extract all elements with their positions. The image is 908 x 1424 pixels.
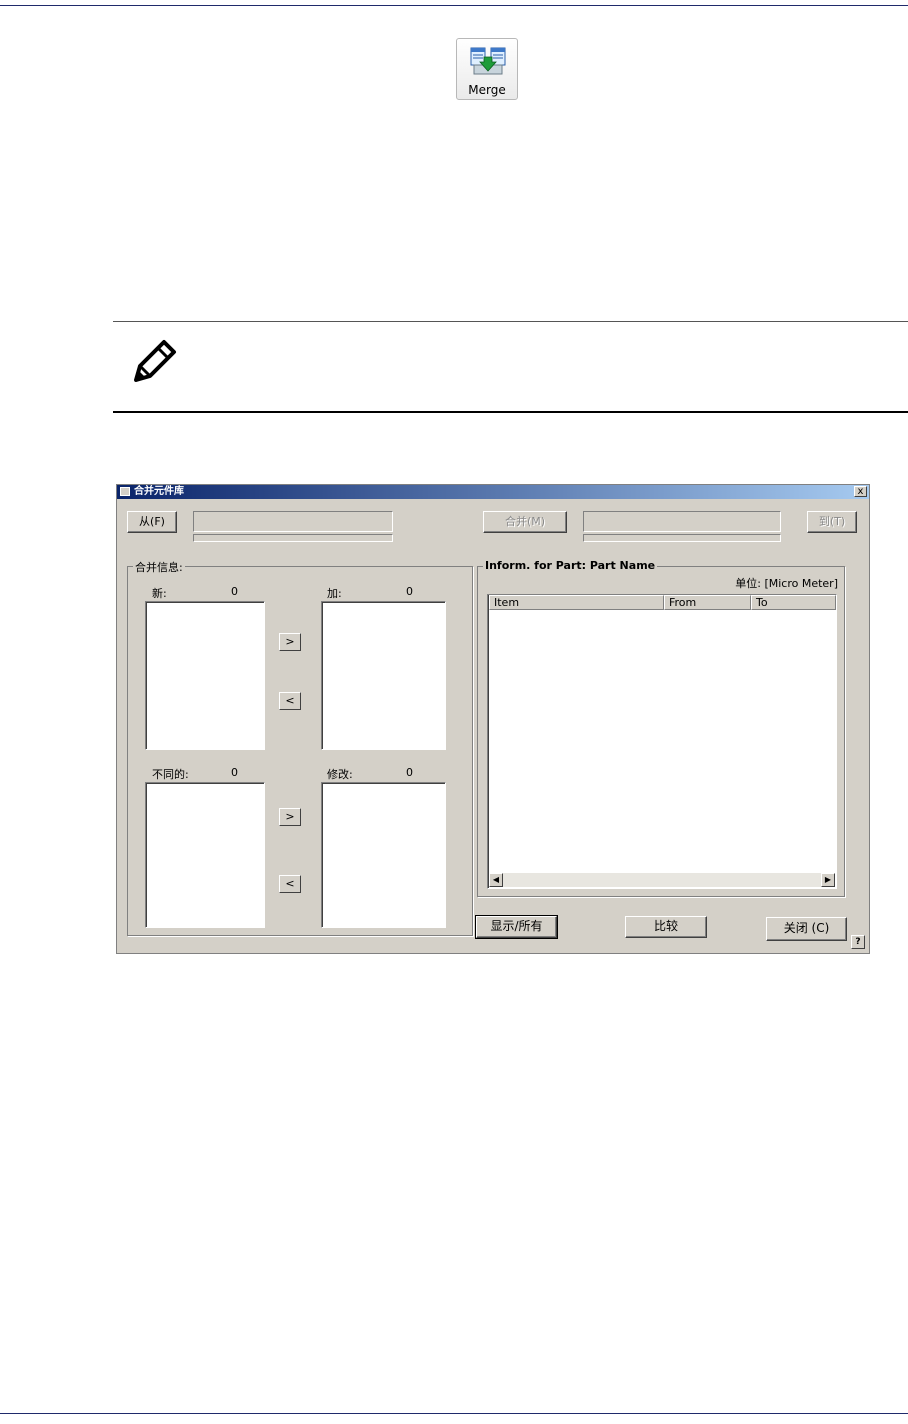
merge-icon (470, 47, 506, 75)
part-info-label: Inform. for Part: Part Name (483, 559, 658, 572)
merge-info-label: 合并信息: (133, 559, 185, 575)
merge-button[interactable]: 合并(M) (483, 511, 567, 533)
close-button[interactable]: 关闭 (C) (766, 917, 847, 941)
move-left-button-bottom[interactable]: < (279, 875, 301, 893)
modify-list[interactable] (321, 782, 446, 928)
to-button[interactable]: 到(T) (807, 511, 857, 533)
show-all-button[interactable]: 显示/所有 (475, 915, 558, 939)
diff-label: 不同的: (152, 768, 189, 781)
from-button[interactable]: 从(F) (127, 511, 177, 533)
merge-library-dialog: 合并元件库 x 从(F) 合并(M) 到(T) 合并信息: 新: 0 加: 0 … (116, 484, 870, 954)
modify-count: 0 (406, 766, 413, 779)
move-left-button-top[interactable]: < (279, 692, 301, 710)
note-bottom-rule (113, 411, 908, 413)
to-progress-bar (583, 534, 781, 542)
new-count: 0 (231, 585, 238, 598)
add-count: 0 (406, 585, 413, 598)
top-rule (0, 5, 908, 6)
dialog-title: 合并元件库 (134, 486, 184, 497)
close-icon[interactable]: x (854, 486, 867, 497)
move-right-button-bottom[interactable]: > (279, 808, 301, 826)
add-label: 加: (327, 587, 342, 600)
window-icon (120, 487, 130, 496)
merge-info-group: 合并信息: 新: 0 加: 0 > < 不同的: 0 修改: 0 > < (127, 559, 473, 936)
from-progress-bar (193, 534, 393, 542)
pencil-icon (134, 340, 176, 382)
to-path-field[interactable] (583, 511, 781, 532)
scroll-right-icon[interactable]: ▶ (821, 873, 835, 887)
note-top-rule (113, 321, 908, 322)
new-label: 新: (152, 587, 167, 600)
merge-button-label: Merge (468, 83, 506, 97)
diff-count: 0 (231, 766, 238, 779)
merge-toolbar-button[interactable]: Merge (456, 38, 518, 100)
column-header-item[interactable]: Item (489, 595, 664, 610)
scroll-left-icon[interactable]: ◀ (489, 873, 503, 887)
from-path-field[interactable] (193, 511, 393, 532)
part-info-table[interactable]: Item From To ◀ ▶ (487, 594, 837, 889)
add-list[interactable] (321, 601, 446, 750)
part-info-group: Inform. for Part: Part Name 单位: [Micro M… (477, 559, 845, 897)
move-right-button-top[interactable]: > (279, 633, 301, 651)
modify-label: 修改: (327, 768, 353, 781)
help-icon[interactable]: ? (851, 935, 865, 949)
new-list[interactable] (145, 601, 265, 750)
dialog-titlebar: 合并元件库 x (117, 485, 869, 499)
unit-label: 单位: [Micro Meter] (735, 577, 838, 590)
bottom-rule (0, 1413, 908, 1414)
column-header-to[interactable]: To (751, 595, 836, 610)
horizontal-scrollbar[interactable]: ◀ ▶ (489, 873, 835, 887)
column-header-from[interactable]: From (664, 595, 751, 610)
diff-list[interactable] (145, 782, 265, 928)
compare-button[interactable]: 比较 (625, 916, 707, 938)
